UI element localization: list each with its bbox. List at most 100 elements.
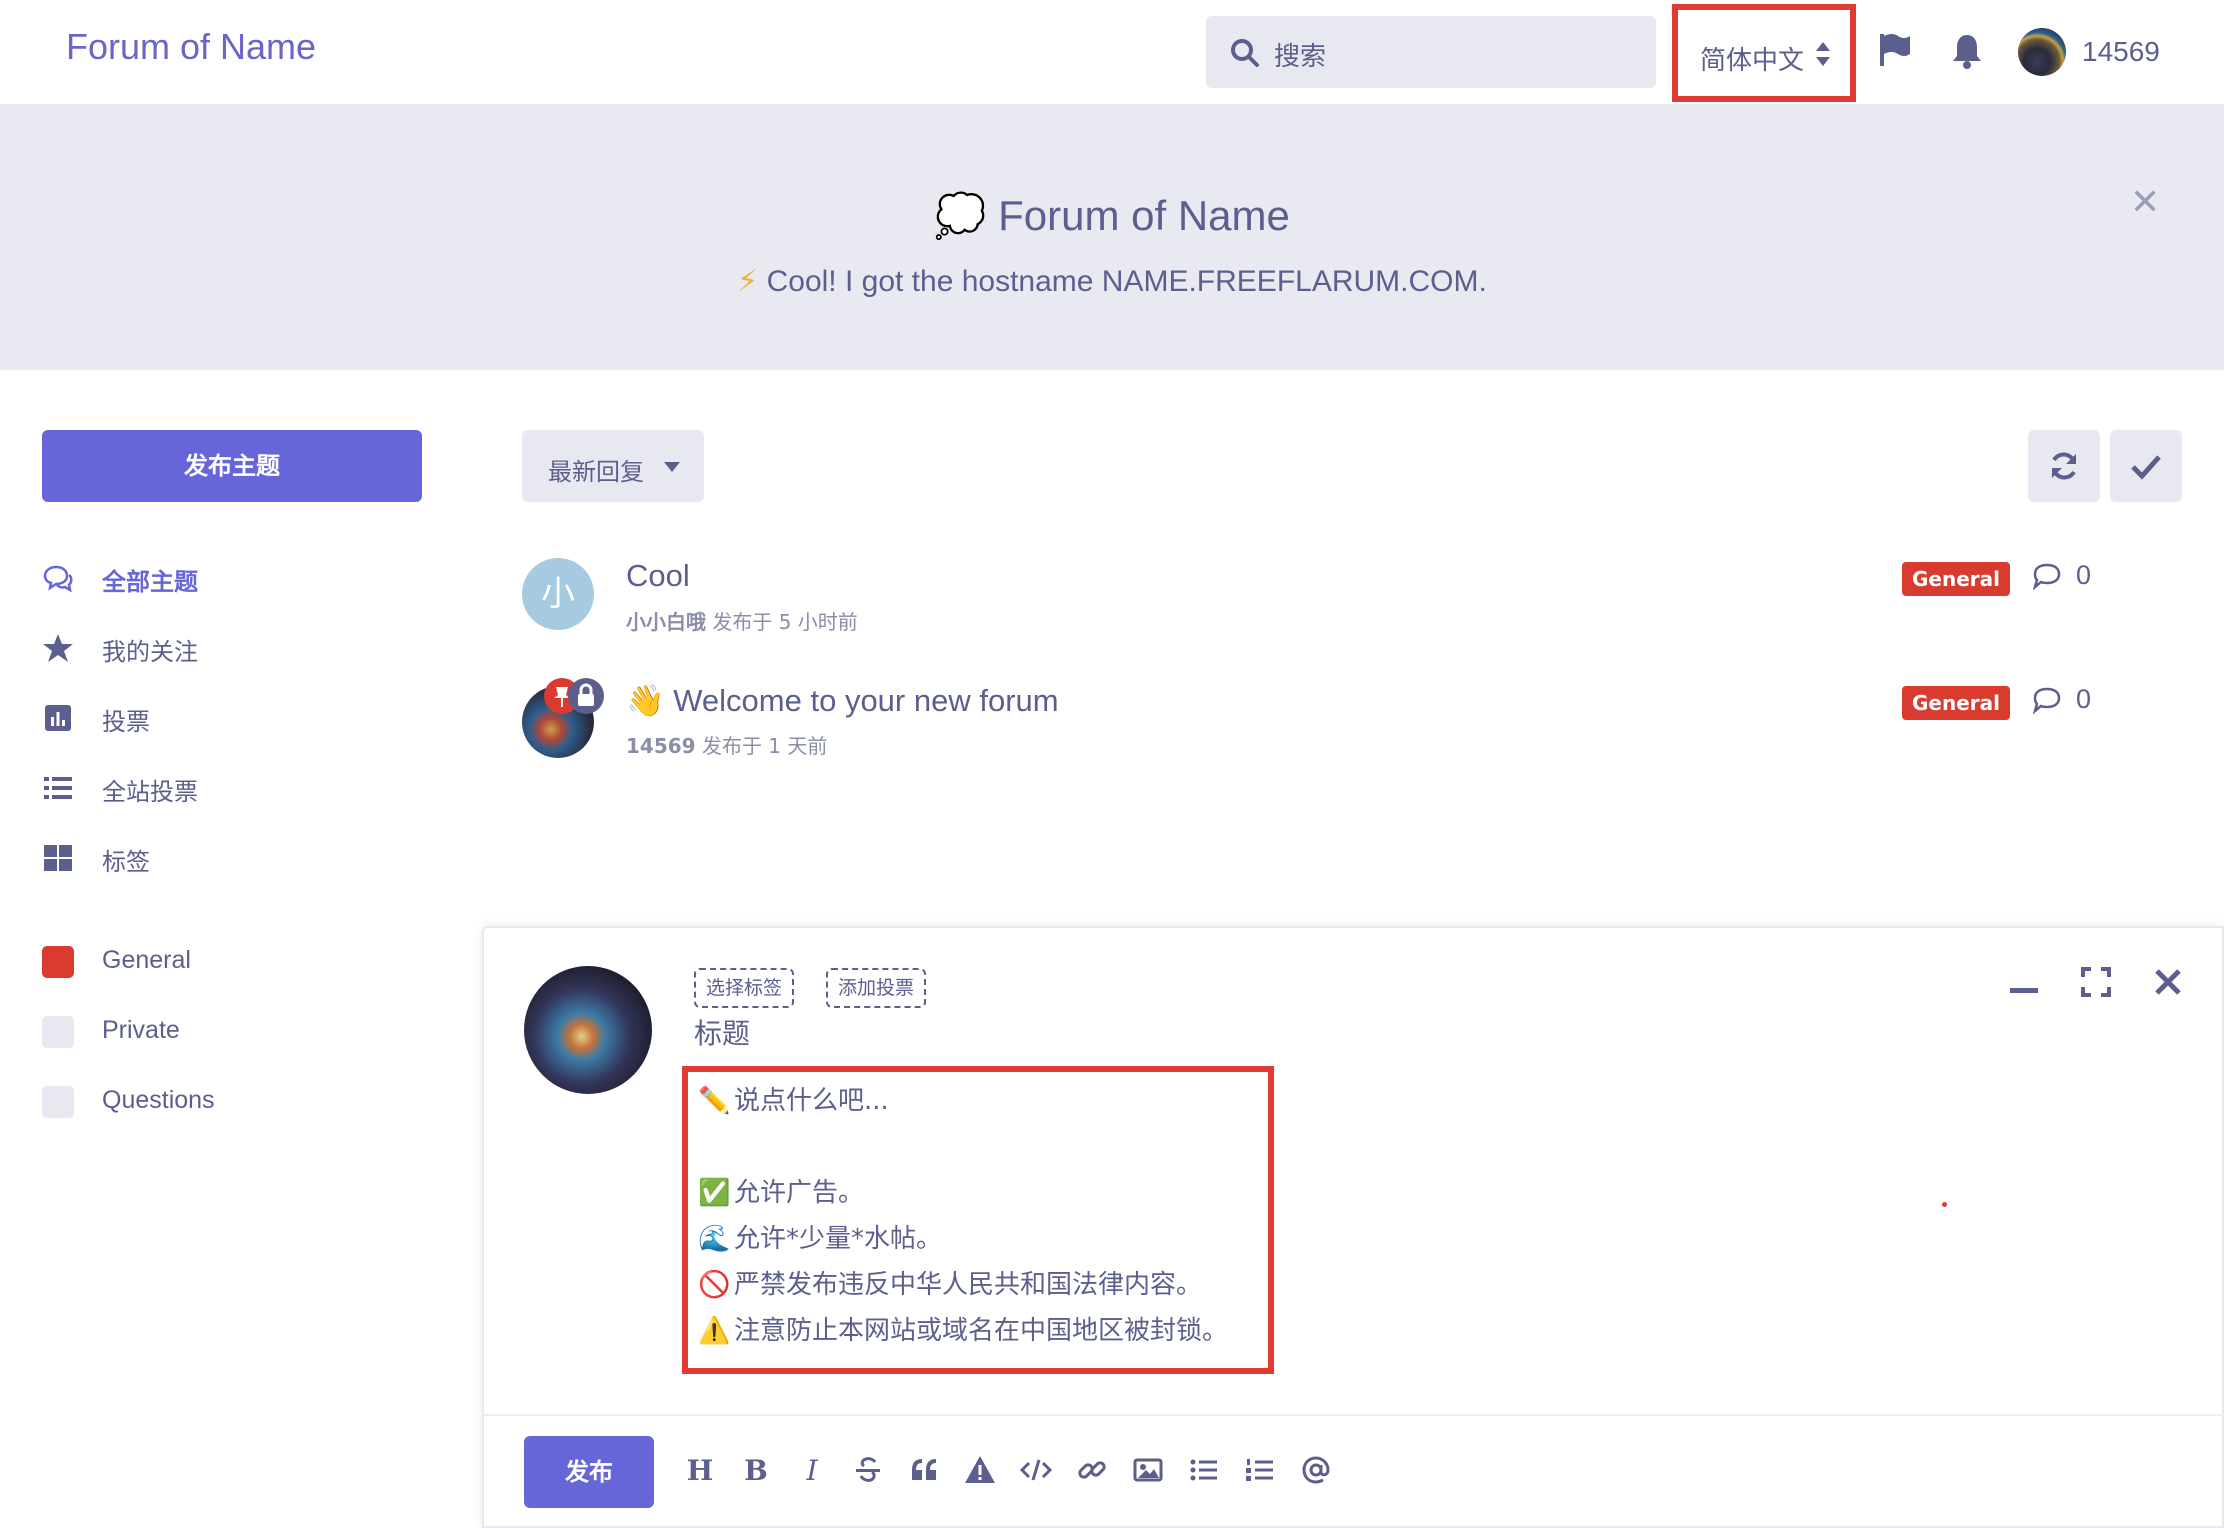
prohibited-icon: 🚫 <box>698 1270 731 1300</box>
bell-icon[interactable] <box>1950 32 1984 70</box>
sidebar-item-following[interactable]: 我的关注 <box>42 628 402 668</box>
sidebar-tag-private[interactable]: Private <box>42 1012 402 1052</box>
refresh-button[interactable] <box>2028 430 2100 502</box>
post-button[interactable]: 发布 <box>524 1436 654 1508</box>
strikethrough-tool-button[interactable] <box>850 1454 886 1490</box>
sidebar-item-label: 全站投票 <box>102 778 198 806</box>
editor-line: ✅ 允许广告。 <box>698 1172 864 1209</box>
strikethrough-icon <box>856 1457 880 1482</box>
discussion-list-item[interactable]: 小 Cool 小小白哦 发布于 5 小时前 General 0 <box>522 558 2162 648</box>
close-hero-icon[interactable]: ✕ <box>2130 182 2160 223</box>
editor-line: 🚫 严禁发布违反中华人民共和国法律内容。 <box>698 1264 1202 1301</box>
thought-bubble-icon: 💭 <box>934 192 987 239</box>
add-poll-button[interactable]: 添加投票 <box>826 968 927 1008</box>
new-discussion-button[interactable]: 发布主题 <box>42 430 422 502</box>
discussion-author[interactable]: 小小白哦 <box>626 610 706 634</box>
composer-avatar <box>524 966 652 1094</box>
reply-count-value: 0 <box>2076 560 2092 590</box>
image-tool-button[interactable] <box>1130 1454 1166 1490</box>
editor-line: ✏️ 说点什么吧... <box>698 1080 889 1117</box>
tag-label: Private <box>102 1016 180 1044</box>
discussion-time: 发布于 5 小时前 <box>712 610 858 634</box>
heading-tool-button[interactable]: H <box>682 1454 718 1490</box>
refresh-icon <box>2052 452 2076 480</box>
check-mark-icon: ✅ <box>698 1178 731 1208</box>
composer-divider <box>484 1414 2224 1416</box>
sidebar-item-polls[interactable]: 投票 <box>42 698 402 738</box>
grid-icon <box>44 845 72 871</box>
spoiler-tool-button[interactable] <box>962 1454 998 1490</box>
search-icon <box>1231 39 1259 67</box>
tag-badge[interactable]: General <box>1902 686 2010 720</box>
sort-label: 最新回复 <box>548 458 644 486</box>
top-header: Forum of Name 搜索 简体中文 14569 <box>0 0 2224 104</box>
sidebar-tag-general[interactable]: General <box>42 942 402 982</box>
locked-badge <box>568 678 604 714</box>
sort-caret-icon <box>1816 42 1830 66</box>
close-icon[interactable] <box>2150 964 2186 1000</box>
discussion-meta: 小小白哦 发布于 5 小时前 <box>626 606 858 635</box>
tag-label: General <box>102 946 191 974</box>
quote-icon <box>912 1459 936 1480</box>
editor-line-text: 允许广告。 <box>734 1178 865 1208</box>
minimize-icon[interactable] <box>2006 964 2042 1000</box>
author-avatar[interactable]: 小 <box>522 558 594 630</box>
bullet-list-tool-button[interactable] <box>1186 1454 1222 1490</box>
numbered-list-icon <box>1246 1459 1273 1481</box>
tag-color-swatch <box>42 1016 74 1048</box>
username-label[interactable]: 14569 <box>2082 36 2160 68</box>
search-input[interactable]: 搜索 <box>1206 16 1656 88</box>
bold-tool-button[interactable]: B <box>738 1454 774 1490</box>
forum-brand-link[interactable]: Forum of Name <box>66 26 316 68</box>
code-icon <box>1019 1459 1053 1481</box>
discussion-title[interactable]: 👋 Welcome to your new forum <box>626 682 1059 719</box>
flag-icon[interactable] <box>1878 32 1912 68</box>
tag-color-swatch <box>42 946 74 978</box>
discussion-meta: 14569 发布于 1 天前 <box>626 730 827 759</box>
lock-icon <box>578 683 594 706</box>
numbered-list-tool-button[interactable] <box>1242 1454 1278 1490</box>
sidebar-item-all-polls[interactable]: 全站投票 <box>42 768 402 808</box>
discussion-title-text: Welcome to your new forum <box>673 683 1059 718</box>
comments-icon <box>43 565 73 593</box>
discussion-title[interactable]: Cool <box>626 558 690 594</box>
welcome-hero: 💭 Forum of Name ⚡ Cool! I got the hostna… <box>0 104 2224 370</box>
sidebar-item-all-discussions[interactable]: 全部主题 <box>42 558 402 598</box>
sidebar-tag-questions[interactable]: Questions <box>42 1082 402 1122</box>
fullscreen-icon[interactable] <box>2078 964 2114 1000</box>
warning-icon: ⚠️ <box>698 1316 731 1346</box>
star-icon <box>43 634 73 662</box>
pencil-icon: ✏️ <box>698 1086 731 1116</box>
discussion-list-item[interactable]: 👋 Welcome to your new forum 14569 发布于 1 … <box>522 678 2162 772</box>
sidebar-item-tags[interactable]: 标签 <box>42 838 402 878</box>
editor-line-text: 说点什么吧... <box>734 1086 889 1116</box>
at-sign-icon <box>1302 1456 1330 1484</box>
list-icon <box>44 777 72 799</box>
discussion-author[interactable]: 14569 <box>626 734 696 758</box>
composer-body-textarea[interactable]: ✏️ 说点什么吧... ✅ 允许广告。 🌊 允许*少量*水帖。 🚫 严禁发布违反中华人民… <box>682 1066 1274 1374</box>
poll-chart-icon <box>45 705 71 731</box>
choose-tags-button[interactable]: 选择标签 <box>694 968 795 1008</box>
quote-tool-button[interactable] <box>906 1454 942 1490</box>
discussion-time: 发布于 1 天前 <box>701 734 828 758</box>
sort-dropdown[interactable]: 最新回复 <box>522 430 704 502</box>
italic-tool-button[interactable]: I <box>794 1454 830 1490</box>
language-label: 简体中文 <box>1700 46 1805 76</box>
search-placeholder: 搜索 <box>1274 42 1327 72</box>
sidebar-item-label: 投票 <box>102 708 150 736</box>
user-avatar[interactable] <box>2018 28 2066 76</box>
hero-title-text: Forum of Name <box>998 192 1290 239</box>
mark-all-read-button[interactable] <box>2110 430 2182 502</box>
composer-title-input[interactable]: 标题 <box>694 1012 750 1052</box>
editor-line-text: 严禁发布违反中华人民共和国法律内容。 <box>734 1270 1203 1300</box>
language-selector[interactable]: 简体中文 <box>1672 4 1856 102</box>
tag-badge[interactable]: General <box>1902 562 2010 596</box>
comment-icon <box>2032 563 2061 590</box>
editor-line: 🌊 允许*少量*水帖。 <box>698 1218 942 1255</box>
sidebar-item-label: 全部主题 <box>102 568 198 596</box>
reply-count: 0 <box>2032 560 2112 596</box>
link-tool-button[interactable] <box>1074 1454 1110 1490</box>
lightning-icon: ⚡ <box>737 265 759 298</box>
code-tool-button[interactable] <box>1018 1454 1054 1490</box>
mention-tool-button[interactable] <box>1298 1454 1334 1490</box>
